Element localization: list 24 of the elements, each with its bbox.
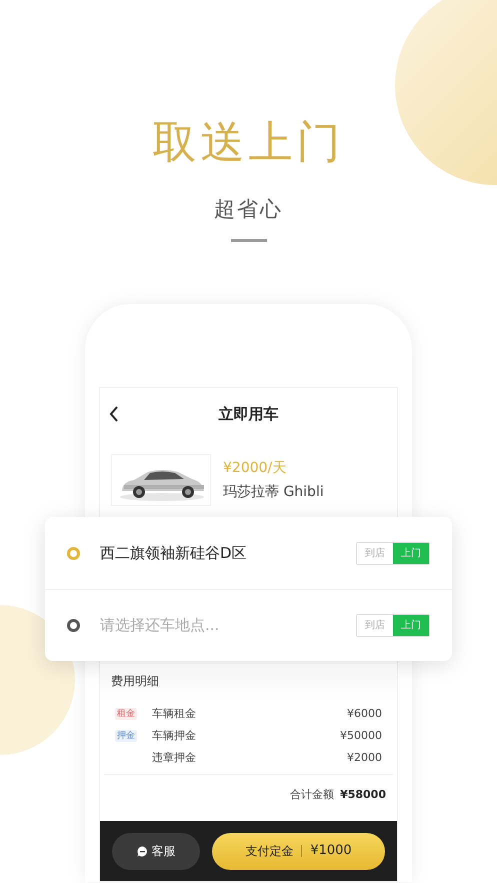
mode-toggle[interactable]: 上门 <box>393 615 429 636</box>
fee-label: 车辆租金 <box>152 706 196 722</box>
screen-title: 立即用车 <box>218 404 278 425</box>
underline-bar <box>230 239 266 242</box>
chat-icon <box>136 846 148 856</box>
fee-tag: 押金 <box>115 730 137 742</box>
service-button[interactable]: 客服 <box>112 832 200 870</box>
pay-deposit-button[interactable]: 支付定金 ¥1000 <box>212 832 385 870</box>
headline: 取送上门 <box>152 116 344 170</box>
fee-label: 违章押金 <box>152 750 196 766</box>
subtitle: 超省心 <box>214 196 283 223</box>
car-name: 玛莎拉蒂 Ghibli <box>223 482 324 502</box>
fee-amount: ¥50000 <box>340 728 382 744</box>
location-field[interactable]: 请选择还车地点... <box>100 614 356 637</box>
fee-amount: ¥6000 <box>347 706 382 722</box>
location-field[interactable]: 西二旗领袖新硅谷D区 <box>100 542 356 564</box>
fee-amount: ¥2000 <box>347 750 382 766</box>
fee-label: 车辆押金 <box>152 728 196 744</box>
fee-tag: 租金 <box>115 708 137 720</box>
total-amount: ¥58000 <box>340 786 386 803</box>
total-label: 合计金额 <box>290 786 334 803</box>
mode-toggle[interactable]: 上门 <box>393 542 429 564</box>
car-price: ¥2000/天 <box>223 458 288 478</box>
back-icon <box>109 406 119 422</box>
